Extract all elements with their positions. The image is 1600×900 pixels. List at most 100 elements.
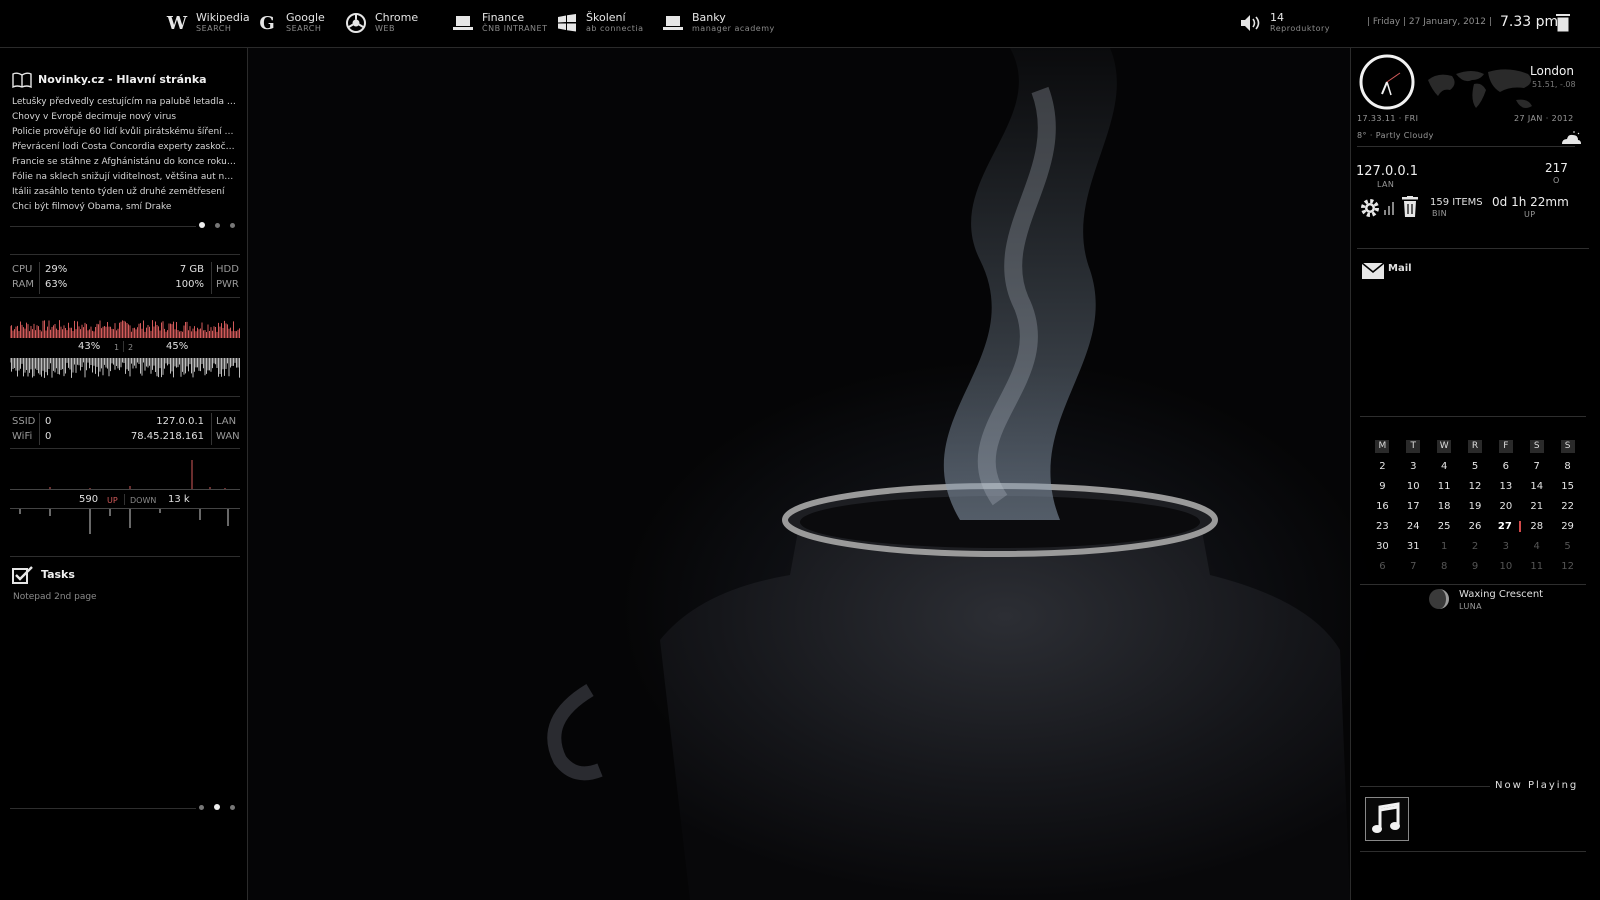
calendar-day[interactable]: 28 [1521,521,1552,532]
trash-icon[interactable] [1556,14,1570,32]
volume-control[interactable]: 14 Reproduktory [1240,12,1330,34]
calendar-day[interactable]: 8 [1552,461,1583,472]
news-item[interactable]: Převrácení lodi Costa Concordia experty … [12,140,236,155]
speaker-icon [1240,12,1262,34]
calendar-day[interactable]: 6 [1367,561,1398,572]
calendar-day[interactable]: 9 [1367,481,1398,492]
calendar-day[interactable]: 4 [1429,461,1460,472]
launcher-google[interactable]: G Google SEARCH [256,12,324,34]
news-item[interactable]: Fólie na sklech snižují viditelnost, vět… [12,170,236,185]
now-playing-label: Now Playing [1495,780,1579,791]
calendar-day[interactable]: 17 [1398,501,1429,512]
launcher-chrome[interactable]: Chrome WEB [345,12,418,34]
weather-condition: 8° · Partly Cloudy [1357,131,1434,140]
windows-icon [556,12,578,34]
calendar-day[interactable]: 14 [1521,481,1552,492]
calendar-day[interactable]: 2 [1367,461,1398,472]
news-item[interactable]: Itálii zasáhlo tento týden už druhé země… [12,185,236,200]
weather-coords: 51.51, -.08 [1532,80,1576,89]
wikipedia-icon: W [166,12,188,34]
calendar-day[interactable]: 18 [1429,501,1460,512]
calendar-day[interactable]: 15 [1552,481,1583,492]
calendar-day[interactable]: 7 [1398,561,1429,572]
pager-dot[interactable] [214,804,220,810]
process-count: 217 [1545,161,1568,175]
google-icon: G [259,12,275,34]
calendar-day[interactable]: 2 [1460,541,1491,552]
moon-icon [1429,589,1449,609]
launcher-banky[interactable]: Banky manager academy [662,12,775,34]
tasks-pager[interactable] [199,804,235,810]
pager-dot[interactable] [199,804,204,810]
news-item[interactable]: Chci být filmový Obama, smí Drake [12,200,236,215]
weather-city: London [1530,64,1574,78]
cpu-value: 29% [45,264,68,275]
calendar-day[interactable]: 11 [1521,561,1552,572]
calendar-day[interactable]: 9 [1460,561,1491,572]
gear-icon[interactable] [1358,196,1382,220]
calendar-day[interactable]: 4 [1521,541,1552,552]
calendar-day[interactable]: 22 [1552,501,1583,512]
lan-ip: 127.0.0.1 [156,416,204,427]
calendar-day[interactable]: 10 [1398,481,1429,492]
calendar-day[interactable]: 3 [1398,461,1429,472]
calendar-day[interactable]: 5 [1552,541,1583,552]
mail-icon[interactable] [1362,263,1384,279]
download-value: 13 k [168,494,190,505]
signal-icon [1384,202,1394,215]
news-pager[interactable] [199,222,235,228]
calendar-day[interactable]: 7 [1521,461,1552,472]
calendar-day[interactable]: 24 [1398,521,1429,532]
calendar-day[interactable]: 8 [1429,561,1460,572]
world-map-icon [1428,69,1532,108]
pager-dot[interactable] [230,222,235,228]
calendar-week: 2345678 [1367,456,1583,476]
calendar-day[interactable]: 10 [1490,561,1521,572]
calendar-day[interactable]: 30 [1367,541,1398,552]
calendar-day[interactable]: 27 [1490,520,1522,532]
pager-dot[interactable] [230,804,235,810]
mail-label[interactable]: Mail [1388,263,1412,274]
wifi-value: 0 [45,431,52,442]
calendar-day[interactable]: 29 [1552,521,1583,532]
calendar-day[interactable]: 20 [1490,501,1521,512]
calendar-day[interactable]: 16 [1367,501,1398,512]
news-item[interactable]: Francie se stáhne z Afghánistánu do konc… [12,155,236,170]
calendar: M T W R F S S 2 3 4 5 6 7 8 9 10 11 12 13 14 15 16 17 18… [1367,436,1583,576]
calendar-day[interactable]: 5 [1460,461,1491,472]
launcher-label: Wikipedia [196,11,250,24]
launcher-wikipedia[interactable]: W Wikipedia SEARCH [166,12,250,34]
process-count-label: O [1553,176,1560,185]
ssid-label: SSID [12,416,36,427]
calendar-day[interactable]: 3 [1490,541,1521,552]
launcher-skoleni[interactable]: Školení ab connectia [556,12,644,34]
calendar-day[interactable]: 26 [1460,521,1491,532]
calendar-day[interactable]: 19 [1460,501,1491,512]
top-date: | Friday | 27 January, 2012 | [1367,17,1492,27]
news-item[interactable]: Letušky předvedly cestujícím na palubě l… [12,95,236,110]
recycle-bin-icon[interactable] [1402,196,1418,218]
news-item[interactable]: Chovy v Evropě decimuje nový virus [12,110,236,125]
calendar-day[interactable]: 12 [1552,561,1583,572]
tasks-title[interactable]: Tasks [41,568,75,581]
news-item[interactable]: Policie prověřuje 60 lidí kvůli pirátské… [12,125,236,140]
calendar-day[interactable]: 31 [1398,541,1429,552]
calendar-day[interactable]: 21 [1521,501,1552,512]
calendar-day[interactable]: 13 [1490,481,1521,492]
moon-phase: Waxing Crescent [1459,589,1544,600]
calendar-day[interactable]: 11 [1429,481,1460,492]
music-note-icon [1372,802,1400,833]
news-feed-title[interactable]: Novinky.cz - Hlavní stránka [38,73,207,86]
album-art[interactable] [1365,797,1409,841]
calendar-day[interactable]: 12 [1460,481,1491,492]
tasks-note[interactable]: Notepad 2nd page [13,592,97,602]
calendar-day[interactable]: 23 [1367,521,1398,532]
calendar-day[interactable]: 25 [1429,521,1460,532]
pager-dot[interactable] [215,222,220,228]
launcher-finance[interactable]: Finance ČNB INTRANET [452,12,547,34]
laptop-icon [452,12,474,34]
calendar-day[interactable]: 1 [1429,541,1460,552]
core2-index: 2 [128,343,134,352]
pager-dot[interactable] [199,222,205,228]
calendar-day[interactable]: 6 [1490,461,1521,472]
